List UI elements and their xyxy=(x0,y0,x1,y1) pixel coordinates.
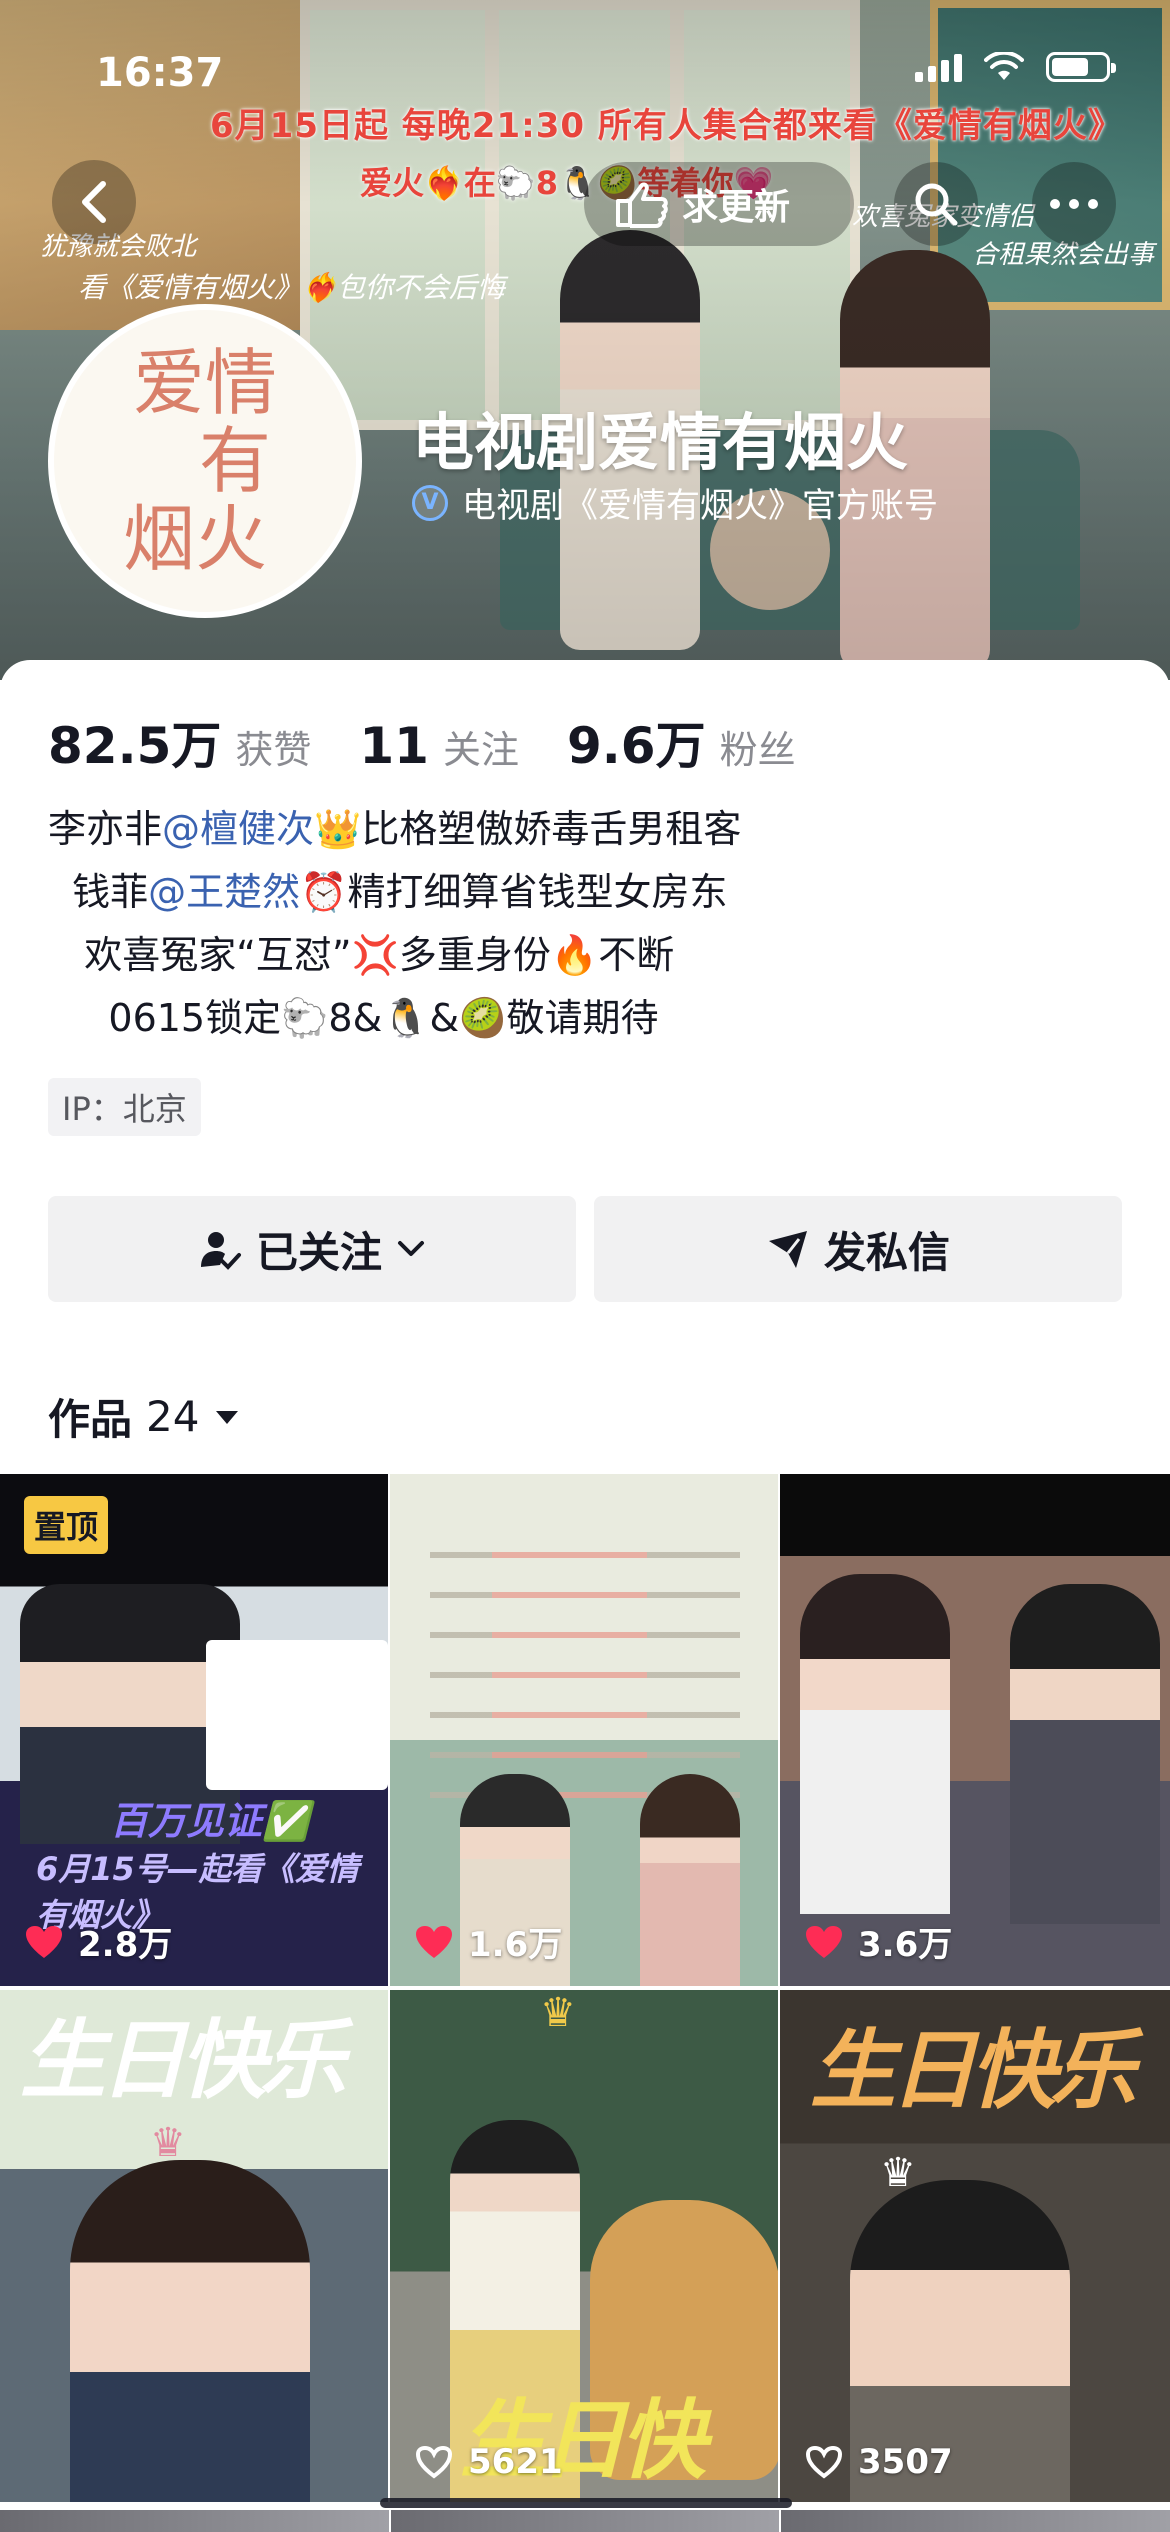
works-tab[interactable]: 作品 24 xyxy=(48,1386,241,1447)
message-button[interactable]: 发私信 xyxy=(594,1196,1122,1302)
stats-row: 82.5万 获赞 11 关注 9.6万 粉丝 xyxy=(48,706,844,778)
profile-bio: 李亦非@檀健次👑比格塑傲娇毒舌男租客 钱菲@王楚然⏰精打细算省钱型女房东 欢喜冤… xyxy=(48,798,741,1050)
search-icon xyxy=(915,183,958,226)
video-thumbnail[interactable]: 1.6万 xyxy=(390,1474,778,1986)
following-button[interactable]: 已关注 xyxy=(48,1196,576,1302)
stat-following[interactable]: 11 关注 xyxy=(359,717,519,775)
stat-likes[interactable]: 82.5万 获赞 xyxy=(48,706,311,778)
crown-icon: ♛ xyxy=(540,1990,576,2036)
works-label: 作品 xyxy=(48,1395,133,1444)
request-update-button[interactable]: 求更新 xyxy=(584,162,854,246)
status-time: 16:37 xyxy=(96,50,224,96)
thumbnail-title: 生日快乐 xyxy=(810,2021,1136,2121)
bio-line: 李亦非@檀健次👑比格塑傲娇毒舌男租客 xyxy=(48,807,742,851)
banner-promo-line1: 6月15日起 每晚21:30 所有人集合都来看《爱情有烟火》 xyxy=(210,106,1123,146)
bio-line: 欢喜冤家“互怼”💢多重身份🔥不断 xyxy=(48,933,675,977)
profile-name: 电视剧爱情有烟火 xyxy=(412,406,909,479)
mention-link[interactable]: @檀健次 xyxy=(162,807,314,851)
like-count: 5621 xyxy=(414,2442,563,2482)
heart-outline-icon xyxy=(415,2445,453,2479)
heart-filled-icon xyxy=(416,1925,452,1958)
status-icons xyxy=(915,52,1116,82)
crown-icon: ♛ xyxy=(880,2150,916,2196)
battery-icon xyxy=(1046,52,1116,82)
avatar[interactable]: 爱情 有 烟火 xyxy=(48,304,362,618)
pointing-hand-icon xyxy=(616,182,668,228)
banner-left-text2: 看《爱情有烟火》❤️‍🔥包你不会后悔 xyxy=(78,271,505,304)
wifi-icon xyxy=(984,52,1024,80)
chevron-left-icon xyxy=(82,181,106,223)
video-thumbnail[interactable]: 置顶 百万见证✅ 6月15号—起看《爱情有烟火》 2.8万 xyxy=(0,1474,388,1986)
video-grid-next-row xyxy=(0,2510,1170,2532)
cellular-signal-icon xyxy=(915,52,962,82)
following-label: 已关注 xyxy=(255,1227,382,1277)
profile-panel: 82.5万 获赞 11 关注 9.6万 粉丝 李亦非@檀健次👑比格塑傲娇毒舌男租客 钱… xyxy=(0,660,1170,2532)
home-indicator xyxy=(380,2498,792,2508)
like-count: 1.6万 xyxy=(414,1917,562,1966)
back-button[interactable] xyxy=(52,160,136,244)
user-check-icon xyxy=(200,1232,241,1270)
more-dots-icon xyxy=(1050,199,1098,209)
thumbnail-title: 生日快乐 xyxy=(460,2391,706,2491)
bio-line: 钱菲@王楚然⏰精打细算省钱型女房东 xyxy=(48,870,728,914)
ip-location-chip: IP：北京 xyxy=(48,1078,201,1136)
stat-followers[interactable]: 9.6万 粉丝 xyxy=(567,706,796,778)
verified-info: V 电视剧《爱情有烟火》官方账号 xyxy=(412,478,938,527)
send-icon xyxy=(768,1231,807,1268)
caret-down-icon xyxy=(216,1410,239,1424)
heart-outline-icon xyxy=(805,2445,843,2479)
thumbnail-caption: 百万见证✅ xyxy=(110,1799,310,1843)
video-thumbnail[interactable]: 生日快乐 ♛ 3507 xyxy=(780,1990,1170,2502)
like-count: 2.8万 xyxy=(24,1917,172,1966)
mention-link[interactable]: @王楚然 xyxy=(148,870,300,914)
works-count: 24 xyxy=(146,1392,200,1441)
message-label: 发私信 xyxy=(823,1227,950,1277)
bio-line: 0615锁定🐑8&🐧&🥝敬请期待 xyxy=(48,996,659,1040)
thumbnail-title: 生日快乐 xyxy=(20,2011,346,2111)
video-thumbnail[interactable]: 3.6万 xyxy=(780,1474,1170,1986)
verified-badge-icon: V xyxy=(412,484,448,521)
heart-filled-icon xyxy=(806,1925,842,1958)
request-update-label: 求更新 xyxy=(682,187,791,228)
chevron-down-icon xyxy=(398,1241,424,1256)
video-thumbnail[interactable]: ♛ 生日快乐 5621 xyxy=(390,1990,778,2502)
more-button[interactable] xyxy=(1032,162,1116,246)
like-count: 3507 xyxy=(804,2442,953,2482)
pinned-badge: 置顶 xyxy=(24,1496,109,1554)
search-button[interactable] xyxy=(894,162,978,246)
verified-text: 电视剧《爱情有烟火》官方账号 xyxy=(462,486,938,526)
video-thumbnail[interactable]: 生日快乐 ♛ xyxy=(0,1990,388,2502)
video-grid: 置顶 百万见证✅ 6月15号—起看《爱情有烟火》 2.8万 1.6万 3.6万 … xyxy=(0,1474,1170,2502)
crown-icon: ♛ xyxy=(150,2120,186,2166)
heart-filled-icon xyxy=(26,1925,62,1958)
like-count: 3.6万 xyxy=(804,1917,952,1966)
